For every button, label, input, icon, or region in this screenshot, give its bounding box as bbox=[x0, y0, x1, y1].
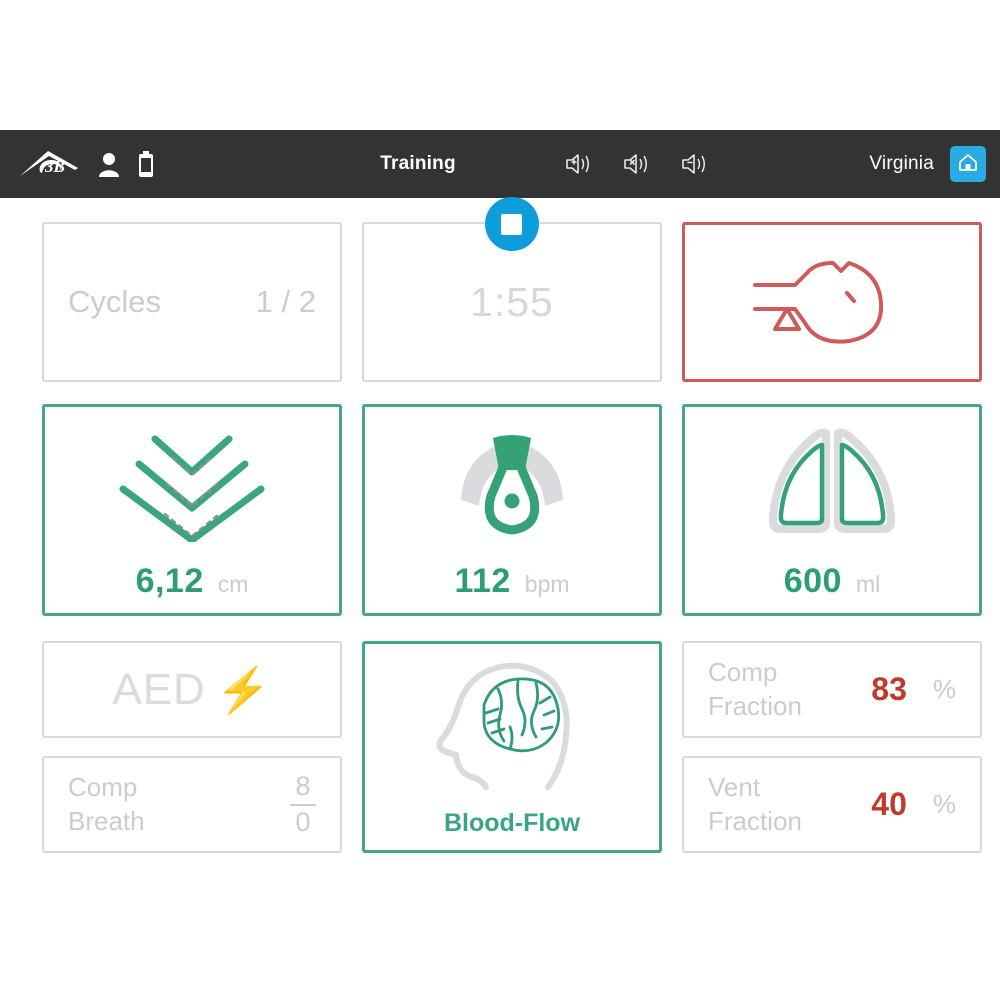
volume-up-icon[interactable] bbox=[564, 151, 594, 177]
cpr-training-screen: 3B Training Virginia Cycles 1 / 2 1:55 6… bbox=[0, 0, 1000, 1000]
comp-breath-denominator: 0 bbox=[295, 806, 311, 837]
volume-icon-area bbox=[685, 407, 979, 562]
volume-controls bbox=[564, 151, 710, 177]
comp-breath-label: Comp Breath bbox=[68, 771, 145, 839]
vent-fraction-label-line2: Fraction bbox=[708, 805, 802, 836]
depth-icon-area bbox=[45, 407, 339, 562]
page-title: Training bbox=[380, 153, 456, 174]
vent-fraction-unit: % bbox=[932, 789, 956, 819]
metrics-grid: Cycles 1 / 2 1:55 6,12 cm 112 bpm 600 ml… bbox=[42, 197, 982, 853]
grid-row-1: Cycles 1 / 2 1:55 bbox=[42, 197, 982, 382]
depth-unit: cm bbox=[217, 571, 249, 597]
compression-depth-chevrons-icon bbox=[107, 422, 277, 547]
comp-fraction-value-group: 83 % bbox=[871, 671, 956, 708]
comp-fraction-value: 83 bbox=[871, 671, 907, 707]
card-compression-depth[interactable]: 6,12 cm bbox=[42, 404, 342, 616]
card-cycles[interactable]: Cycles 1 / 2 bbox=[42, 222, 342, 382]
fraction-bar bbox=[289, 803, 316, 806]
vent-fraction-value-group: 40 % bbox=[871, 786, 956, 823]
home-button[interactable] bbox=[950, 146, 986, 182]
metronome-rate-icon bbox=[437, 422, 587, 547]
depth-metric: 6,12 cm bbox=[45, 562, 339, 613]
user-icon[interactable] bbox=[98, 151, 120, 177]
aed-label: AED bbox=[112, 664, 206, 714]
rate-icon-area bbox=[365, 407, 659, 562]
volume-mute-icon[interactable] bbox=[622, 151, 652, 177]
brand-logo-3b-icon: 3B bbox=[18, 147, 80, 181]
volume-unit: ml bbox=[855, 571, 881, 597]
card-compression-rate[interactable]: 112 bpm bbox=[362, 404, 662, 616]
card-timer[interactable]: 1:55 bbox=[361, 197, 662, 382]
cycles-label: Cycles bbox=[68, 283, 162, 319]
comp-breath-numerator: 8 bbox=[295, 770, 311, 801]
head-tilt-airway-icon bbox=[737, 245, 927, 360]
stop-square-icon bbox=[501, 213, 523, 235]
comp-fraction-label-line2: Fraction bbox=[708, 690, 802, 721]
volume-down-icon[interactable] bbox=[680, 151, 710, 177]
aed-content: AED ⚡ bbox=[112, 664, 271, 716]
app-header: 3B Training Virginia bbox=[0, 130, 1000, 198]
grid-row-3: AED ⚡ Comp Breath 8 0 Blood-Flow Comp Fr… bbox=[42, 641, 982, 853]
header-right-group: Virginia bbox=[869, 146, 1000, 182]
vent-fraction-value: 40 bbox=[871, 786, 907, 822]
left-stack: AED ⚡ Comp Breath 8 0 bbox=[42, 641, 342, 853]
comp-breath-label-line1: Comp bbox=[68, 771, 138, 802]
depth-value: 6,12 bbox=[135, 562, 204, 600]
volume-value: 600 bbox=[783, 562, 842, 600]
bolt-icon: ⚡ bbox=[215, 665, 272, 715]
vent-fraction-label-line1: Vent bbox=[708, 771, 761, 802]
head-brain-icon bbox=[424, 657, 599, 797]
volume-metric: 600 ml bbox=[685, 562, 979, 613]
blood-flow-icon-area bbox=[365, 644, 659, 809]
comp-fraction-content: Comp Fraction 83 % bbox=[684, 656, 980, 724]
comp-breath-label-line2: Breath bbox=[68, 805, 145, 836]
blood-flow-caption: Blood-Flow bbox=[443, 809, 581, 837]
vent-fraction-content: Vent Fraction 40 % bbox=[684, 771, 980, 839]
home-icon bbox=[957, 151, 979, 178]
battery-icon[interactable] bbox=[138, 150, 154, 178]
rate-value: 112 bbox=[454, 562, 511, 600]
lungs-icon bbox=[742, 423, 922, 546]
card-vent-fraction[interactable]: Vent Fraction 40 % bbox=[682, 756, 982, 853]
card-airway[interactable] bbox=[681, 222, 982, 382]
rate-unit: bpm bbox=[524, 571, 570, 597]
user-name-label: Virginia bbox=[869, 153, 934, 174]
cycles-content: Cycles 1 / 2 bbox=[44, 284, 340, 321]
comp-fraction-unit: % bbox=[932, 674, 956, 704]
comp-breath-fraction: 8 0 bbox=[289, 770, 316, 837]
svg-text:3B: 3B bbox=[44, 157, 65, 176]
comp-fraction-label: Comp Fraction bbox=[708, 656, 802, 724]
vent-fraction-label: Vent Fraction bbox=[708, 771, 802, 839]
card-ventilation-volume[interactable]: 600 ml bbox=[682, 404, 982, 616]
stop-button[interactable] bbox=[484, 197, 539, 251]
rate-metric: 112 bpm bbox=[365, 562, 659, 613]
card-blood-flow[interactable]: Blood-Flow bbox=[361, 641, 663, 853]
cycles-value: 1 / 2 bbox=[255, 283, 316, 319]
grid-row-2: 6,12 cm 112 bpm 600 ml bbox=[42, 404, 982, 616]
comp-fraction-label-line1: Comp bbox=[708, 656, 778, 687]
timer-value: 1:55 bbox=[470, 278, 554, 325]
header-left-group: 3B bbox=[0, 147, 318, 181]
right-stack: Comp Fraction 83 % Vent Fraction 40 % bbox=[682, 641, 982, 853]
card-aed[interactable]: AED ⚡ bbox=[42, 641, 342, 738]
card-comp-breath[interactable]: Comp Breath 8 0 bbox=[42, 756, 342, 853]
comp-breath-content: Comp Breath 8 0 bbox=[44, 771, 340, 839]
card-comp-fraction[interactable]: Comp Fraction 83 % bbox=[682, 641, 982, 738]
